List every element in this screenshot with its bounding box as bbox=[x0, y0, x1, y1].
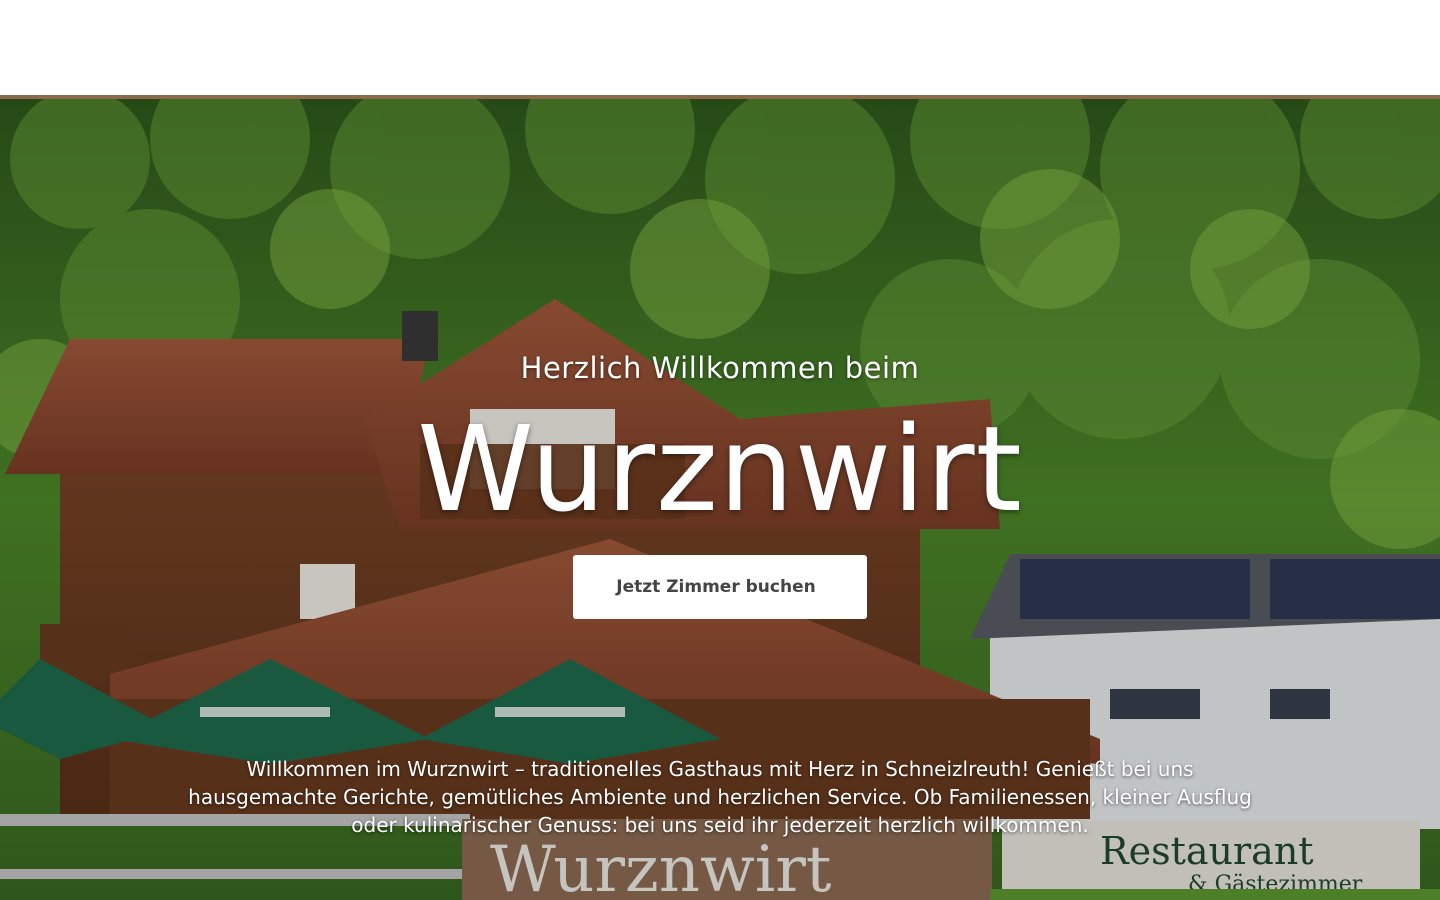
book-room-label: Jetzt Zimmer buchen bbox=[616, 577, 816, 597]
site-header bbox=[0, 0, 1440, 95]
book-room-button[interactable]: Jetzt Zimmer buchen bbox=[573, 555, 867, 619]
hero-description: Willkommen im Wurznwirt – traditionelles… bbox=[188, 757, 1252, 837]
hero-title: Wurznwirt bbox=[417, 400, 1023, 538]
hero-subtitle: Herzlich Willkommen beim bbox=[520, 351, 920, 385]
hero-section: Wurznwirt Restaurant & Gästezimmer Herzl… bbox=[0, 99, 1440, 900]
